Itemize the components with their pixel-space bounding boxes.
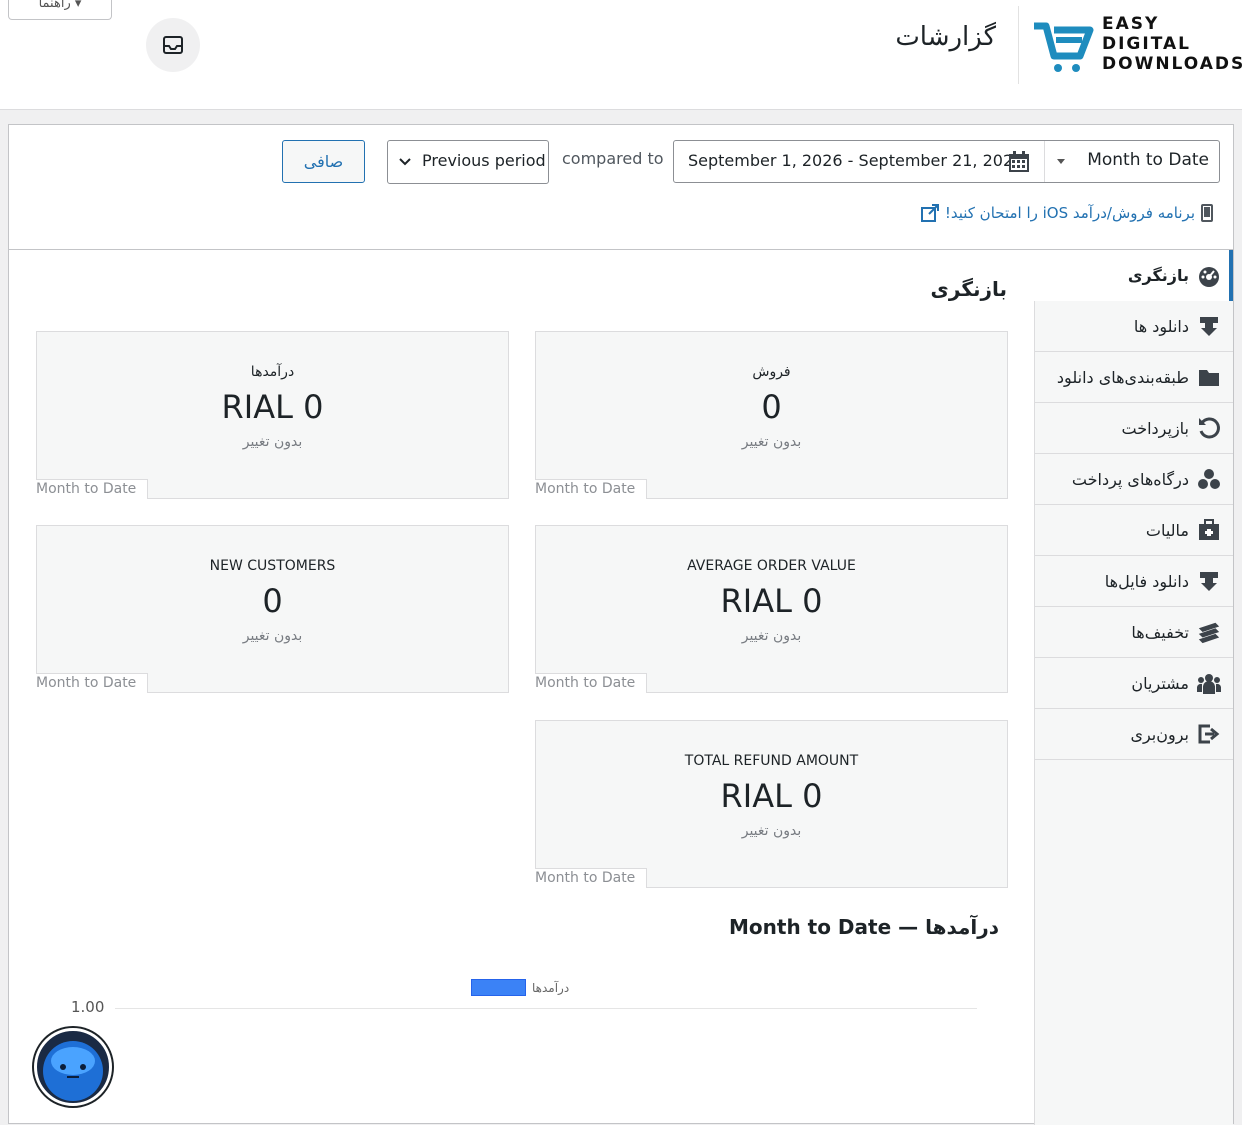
chart-title: Month to Date — درآمدها — [729, 915, 1000, 939]
nav-label: بازپرداخت — [1121, 418, 1189, 438]
nav-item-export[interactable]: برون‌بری — [1035, 709, 1233, 760]
mascot-icon — [43, 1041, 103, 1101]
discount-icon — [1197, 620, 1221, 644]
card-period: Month to Date — [36, 673, 149, 693]
brand-logo[interactable]: EASY DIGITAL DOWNLOADS — [1032, 14, 1242, 78]
legend-swatch — [471, 979, 526, 996]
nav-label: درگاه‌های پرداخت — [1071, 469, 1189, 489]
brand-name: EASY DIGITAL DOWNLOADS — [1102, 14, 1242, 74]
page-title: گزارشات — [895, 22, 996, 52]
tax-icon — [1197, 518, 1221, 542]
filter-button[interactable]: صافی — [282, 140, 365, 183]
card-change: بدون تغییر — [741, 628, 802, 644]
reports-panel: September 1, 2026 - September 21, 2026 M… — [8, 124, 1234, 1125]
nav-item-downloads[interactable]: دانلود ها — [1035, 301, 1233, 352]
top-header: راهنما ▾ گزارشات EASY DIGITAL DOWNLOADS — [0, 0, 1242, 110]
nav-label: دانلود ها — [1133, 316, 1189, 336]
mobile-icon — [1201, 204, 1213, 222]
compare-select-value: Previous period — [422, 151, 546, 170]
chart-legend[interactable]: درآمدها — [471, 979, 569, 996]
nav-item-file-downloads[interactable]: دانلود فایل‌ها — [1035, 556, 1233, 607]
chat-avatar[interactable] — [34, 1028, 112, 1106]
card-change: بدون تغییر — [242, 628, 303, 644]
card-value: 0 — [262, 582, 283, 620]
stat-card-average-order-value: AVERAGE ORDER VALUE RIAL 0 بدون تغییر Mo… — [535, 525, 1008, 693]
card-label: NEW CUSTOMERS — [209, 558, 336, 574]
file-download-icon — [1197, 569, 1221, 593]
inbox-button[interactable] — [146, 18, 200, 72]
card-change: بدون تغییر — [242, 434, 303, 450]
card-value: RIAL 0 — [720, 582, 823, 620]
help-button[interactable]: راهنما ▾ — [8, 0, 112, 20]
card-label: درآمدها — [250, 364, 295, 380]
stat-card-sales: فروش 0 بدون تغییر Month to Date — [535, 331, 1008, 499]
legend-label: درآمدها — [532, 980, 570, 995]
section-title: بازنگری — [930, 277, 1007, 301]
y-tick-label: 1.00 — [71, 998, 105, 1016]
chart-gridline — [115, 1008, 977, 1009]
nav-label: بازنگری — [1127, 266, 1189, 285]
card-change: بدون تغییر — [741, 823, 802, 839]
nav-label: دانلود فایل‌ها — [1104, 571, 1189, 591]
card-period: Month to Date — [535, 868, 648, 888]
ios-app-link[interactable]: برنامه فروش/درآمد iOS را امتحان کنید! — [920, 204, 1213, 222]
export-icon — [1197, 722, 1221, 746]
customers-icon — [1197, 671, 1221, 695]
card-period: Month to Date — [535, 479, 648, 499]
nav-item-overview[interactable]: بازنگری — [1034, 250, 1233, 301]
nav-label: مالیات — [1145, 520, 1189, 540]
stat-card-total-refund-amount: TOTAL REFUND AMOUNT RIAL 0 بدون تغییر Mo… — [535, 720, 1008, 888]
nav-item-taxes[interactable]: مالیات — [1035, 505, 1233, 556]
range-select-value: Month to Date — [1087, 150, 1209, 170]
nav-item-discounts[interactable]: تخفیف‌ها — [1035, 607, 1233, 658]
inbox-icon — [163, 36, 183, 54]
card-label: فروش — [752, 364, 791, 380]
ios-link-text[interactable]: برنامه فروش/درآمد iOS را امتحان کنید! — [945, 204, 1195, 222]
compare-period-select[interactable]: Previous period — [387, 140, 549, 184]
card-label: TOTAL REFUND AMOUNT — [684, 753, 859, 769]
dashboard-icon — [1197, 264, 1221, 288]
filter-bar: September 1, 2026 - September 21, 2026 M… — [9, 125, 1233, 250]
card-period: Month to Date — [535, 673, 648, 693]
nav-label: طبقه‌بندی‌های دانلود — [1056, 367, 1189, 387]
gateways-icon — [1197, 467, 1221, 491]
folder-icon — [1197, 365, 1221, 389]
reports-sidebar: بازنگری دانلود ها طبقه‌بندی‌های دانلود ب… — [1034, 250, 1233, 1125]
nav-item-refunds[interactable]: بازپرداخت — [1035, 403, 1233, 454]
card-value: 0 — [761, 388, 782, 426]
card-change: بدون تغییر — [741, 434, 802, 450]
brand-line-1: EASY — [1102, 14, 1160, 34]
calendar-icon[interactable] — [1008, 151, 1030, 173]
chevron-down-icon — [399, 158, 411, 166]
card-period: Month to Date — [36, 479, 149, 499]
card-label: AVERAGE ORDER VALUE — [687, 558, 856, 574]
refund-icon — [1197, 416, 1221, 440]
nav-label: تخفیف‌ها — [1131, 622, 1189, 642]
cart-logo-icon — [1034, 22, 1094, 72]
nav-label: مشتریان — [1131, 673, 1189, 693]
nav-label: برون‌بری — [1130, 724, 1189, 744]
external-link-icon — [920, 204, 939, 222]
chevron-down-icon — [1057, 159, 1065, 164]
card-value: RIAL 0 — [720, 777, 823, 815]
brand-line-2: DIGITAL — [1102, 34, 1191, 54]
stat-card-earnings: درآمدها RIAL 0 بدون تغییر Month to Date — [36, 331, 509, 499]
nav-item-customers[interactable]: مشتریان — [1035, 658, 1233, 709]
date-range-text[interactable]: September 1, 2026 - September 21, 2026 — [688, 141, 1023, 182]
date-range-control[interactable]: September 1, 2026 - September 21, 2026 M… — [673, 140, 1220, 183]
nav-item-payment-gateways[interactable]: درگاه‌های پرداخت — [1035, 454, 1233, 505]
help-label: راهنما — [38, 0, 71, 11]
range-select[interactable]: Month to Date — [1044, 141, 1219, 182]
header-divider — [1018, 6, 1019, 84]
card-value: RIAL 0 — [221, 388, 324, 426]
download-icon — [1197, 314, 1221, 338]
compared-to-label: compared to — [562, 149, 664, 168]
nav-item-download-categories[interactable]: طبقه‌بندی‌های دانلود — [1035, 352, 1233, 403]
stat-card-new-customers: NEW CUSTOMERS 0 بدون تغییر Month to Date — [36, 525, 509, 693]
brand-line-3: DOWNLOADS — [1102, 54, 1242, 74]
